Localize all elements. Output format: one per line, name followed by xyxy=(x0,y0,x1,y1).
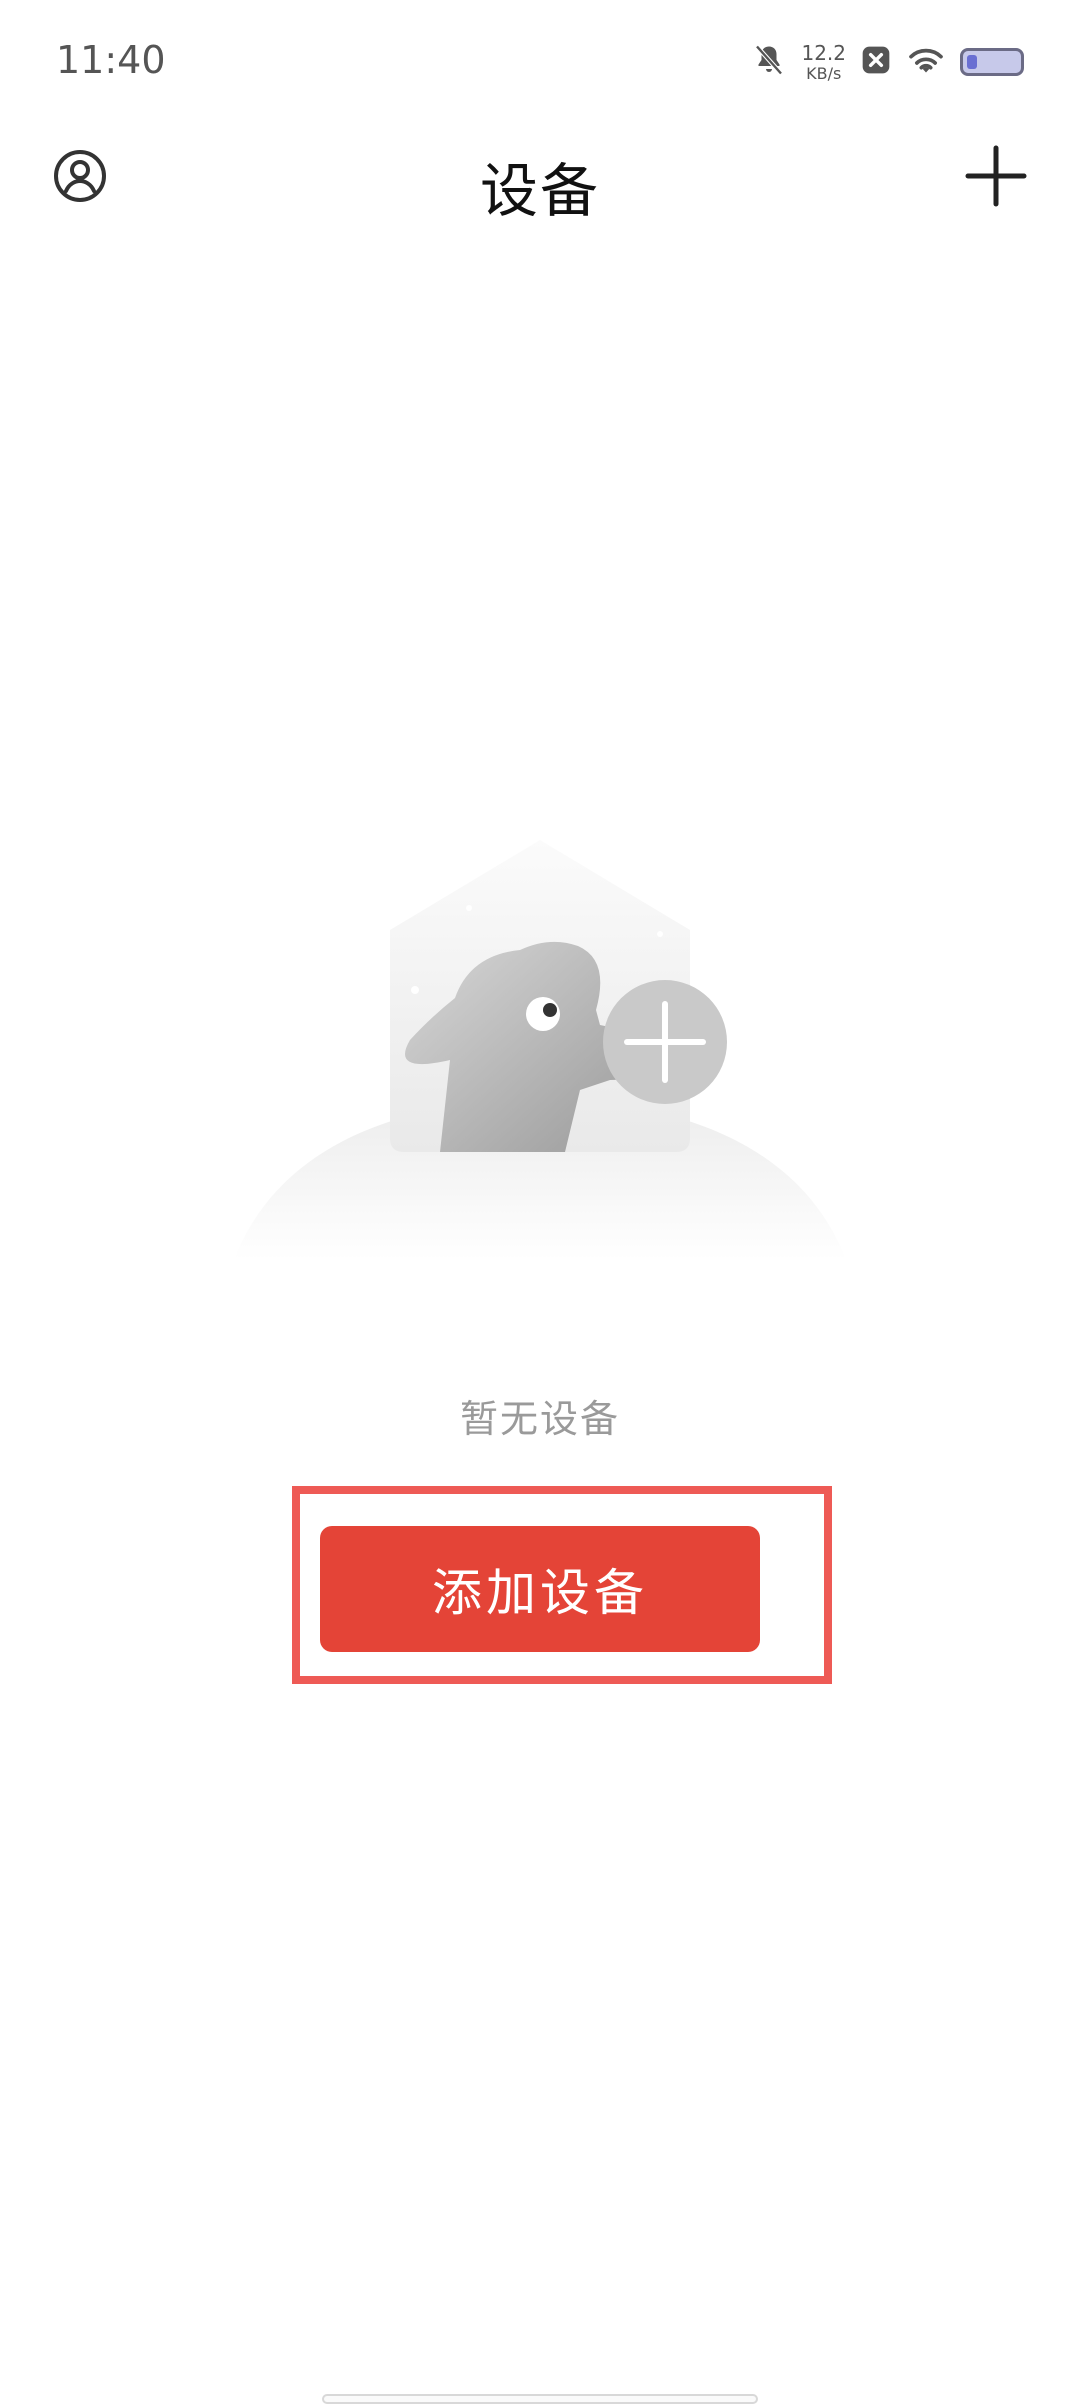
empty-devices-illustration-icon xyxy=(220,820,860,1260)
status-bar: 11:40 12.2 KB/s xyxy=(0,0,1080,120)
home-indicator[interactable] xyxy=(322,2394,758,2404)
page-title: 设备 xyxy=(479,157,600,225)
wifi-icon xyxy=(906,42,946,82)
status-icons: 12.2 KB/s xyxy=(751,36,1024,88)
status-time: 11:40 xyxy=(56,38,166,82)
header: 设备 xyxy=(0,120,1080,240)
close-square-icon xyxy=(860,44,892,80)
network-speed-unit: KB/s xyxy=(806,63,842,83)
plus-icon xyxy=(964,144,1028,212)
battery-icon xyxy=(960,48,1024,76)
empty-state-message: 暂无设备 xyxy=(459,1397,620,1441)
add-device-top-button[interactable] xyxy=(962,144,1030,212)
bell-muted-icon xyxy=(751,42,787,82)
network-speed-value: 12.2 xyxy=(801,40,846,65)
add-device-button[interactable]: 添加设备 xyxy=(320,1526,760,1652)
battery-level xyxy=(967,55,977,69)
network-speed: 12.2 KB/s xyxy=(801,43,846,82)
